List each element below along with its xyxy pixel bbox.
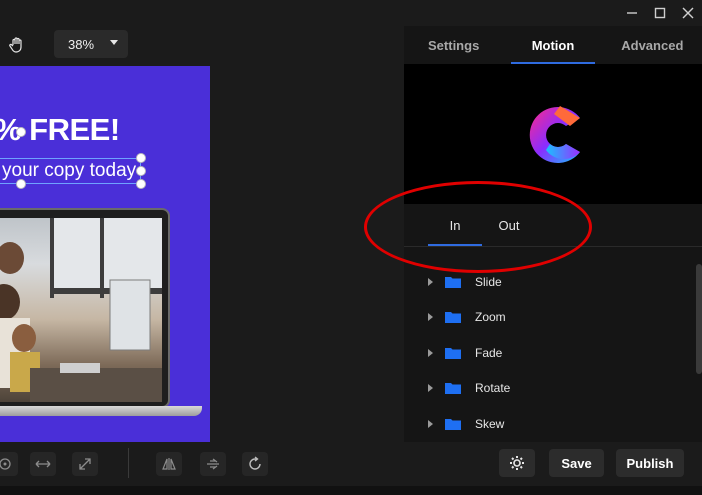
animation-list: Slide Zoom Fade Rotate Skew bbox=[404, 264, 696, 442]
office-photo bbox=[0, 218, 162, 402]
panel-tabs: Settings Motion Advanced bbox=[404, 26, 702, 64]
zoom-value: 38% bbox=[68, 36, 95, 52]
maximize-icon[interactable] bbox=[646, 0, 674, 26]
minimize-icon[interactable] bbox=[618, 0, 646, 26]
list-item-label: Skew bbox=[475, 416, 505, 431]
gear-icon[interactable] bbox=[499, 449, 535, 477]
folder-icon bbox=[445, 418, 461, 430]
list-item-label: Slide bbox=[475, 274, 502, 289]
animation-item-skew[interactable]: Skew bbox=[404, 406, 696, 442]
zoom-select[interactable]: 38% bbox=[54, 30, 128, 58]
list-item-label: Zoom bbox=[475, 310, 506, 325]
close-icon[interactable] bbox=[674, 0, 702, 26]
folder-icon bbox=[445, 276, 461, 288]
chevron-down-icon bbox=[110, 40, 118, 45]
tab-motion[interactable]: Motion bbox=[503, 26, 602, 64]
expand-arrow-icon[interactable] bbox=[428, 348, 433, 357]
window-controls bbox=[618, 0, 702, 26]
flip-icon[interactable] bbox=[156, 452, 182, 476]
list-item-label: Fade bbox=[475, 345, 503, 360]
annotation-ellipse bbox=[364, 181, 592, 273]
expand-arrow-icon[interactable] bbox=[428, 419, 433, 428]
rotate-icon[interactable] bbox=[242, 452, 268, 476]
tab-settings[interactable]: Settings bbox=[404, 26, 503, 64]
timeline-strip bbox=[0, 486, 702, 495]
laptop-base bbox=[0, 406, 202, 416]
expand-arrow-icon[interactable] bbox=[428, 277, 433, 286]
design-canvas[interactable]: % FREE! your copy today bbox=[0, 66, 210, 442]
flip-horizontal-arrows-icon[interactable] bbox=[30, 452, 56, 476]
resize-handle[interactable] bbox=[136, 179, 146, 189]
list-item-label: Rotate bbox=[475, 381, 511, 396]
resize-handle[interactable] bbox=[136, 153, 146, 163]
toolbar-divider bbox=[128, 448, 129, 478]
resize-handle[interactable] bbox=[136, 166, 146, 176]
panel-scrollbar[interactable] bbox=[696, 264, 702, 374]
folder-icon bbox=[445, 347, 461, 359]
folder-icon bbox=[445, 383, 461, 395]
target-icon[interactable] bbox=[0, 452, 18, 476]
editor-window: 38% % FREE! your copy today Settings Mot… bbox=[0, 0, 702, 495]
resize-handle[interactable] bbox=[16, 179, 26, 189]
laptop-image[interactable] bbox=[0, 208, 170, 408]
resize-handle[interactable] bbox=[16, 127, 26, 137]
expand-icon[interactable] bbox=[72, 452, 98, 476]
publish-button[interactable]: Publish bbox=[616, 449, 684, 477]
expand-arrow-icon[interactable] bbox=[428, 313, 433, 322]
save-button[interactable]: Save bbox=[549, 449, 604, 477]
hand-icon[interactable] bbox=[8, 36, 26, 54]
animation-item-zoom[interactable]: Zoom bbox=[404, 300, 696, 336]
align-icon[interactable] bbox=[200, 452, 226, 476]
app-logo bbox=[526, 104, 582, 166]
expand-arrow-icon[interactable] bbox=[428, 384, 433, 393]
animation-item-rotate[interactable]: Rotate bbox=[404, 371, 696, 407]
folder-icon bbox=[445, 312, 461, 324]
tab-advanced[interactable]: Advanced bbox=[603, 26, 702, 64]
animation-item-fade[interactable]: Fade bbox=[404, 335, 696, 371]
